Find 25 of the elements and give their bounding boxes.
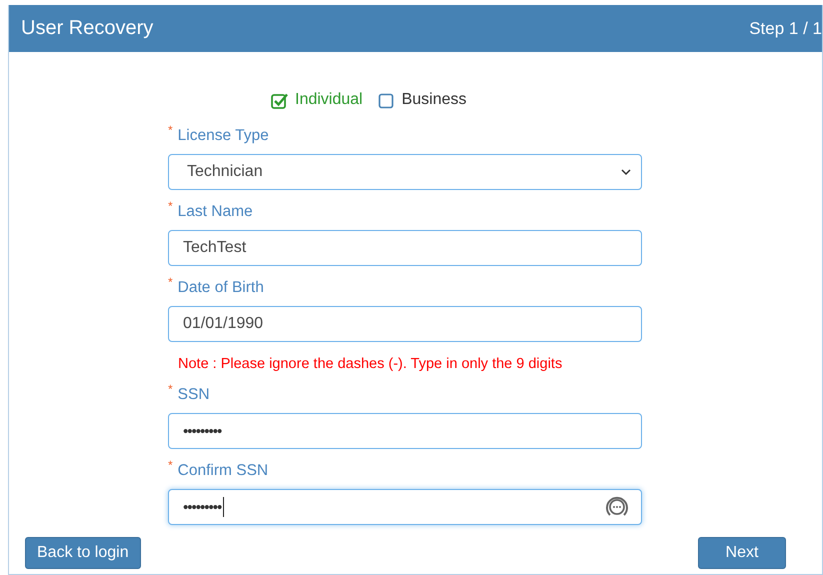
field-label: License Type	[178, 126, 269, 146]
input-field[interactable]: 01/01/1990	[168, 306, 642, 342]
field-label: Last Name	[178, 202, 253, 222]
hint-note: Note : Please ignore the dashes (-). Type in only the 9 digits	[178, 355, 564, 374]
required-mark: *	[168, 276, 173, 288]
field-label: Date of Birth	[178, 278, 264, 298]
required-mark: *	[168, 459, 173, 471]
chevron-down-icon	[621, 168, 631, 176]
password-field[interactable]: •••••••••	[168, 489, 642, 525]
license-type-dropdown[interactable]: Technician	[168, 154, 642, 190]
required-mark: *	[168, 124, 173, 136]
checkbox-icon[interactable]	[378, 92, 395, 108]
field-label: Confirm SSN	[178, 461, 268, 481]
panel-title: User Recovery	[21, 17, 154, 40]
required-mark: *	[168, 383, 173, 395]
next-button[interactable]: Next	[698, 537, 786, 569]
checkbox-label[interactable]: Individual	[295, 91, 363, 109]
required-mark: *	[168, 200, 173, 212]
password-field[interactable]: •••••••••	[168, 413, 642, 449]
step-indicator: Step 1 / 1	[749, 18, 822, 38]
field-label: SSN	[178, 385, 210, 405]
input-field[interactable]: TechTest	[168, 230, 642, 266]
back-to-login-button[interactable]: Back to login	[25, 537, 141, 569]
checkbox-label[interactable]: Business	[402, 91, 467, 109]
checked-checkbox-icon[interactable]	[271, 92, 288, 108]
